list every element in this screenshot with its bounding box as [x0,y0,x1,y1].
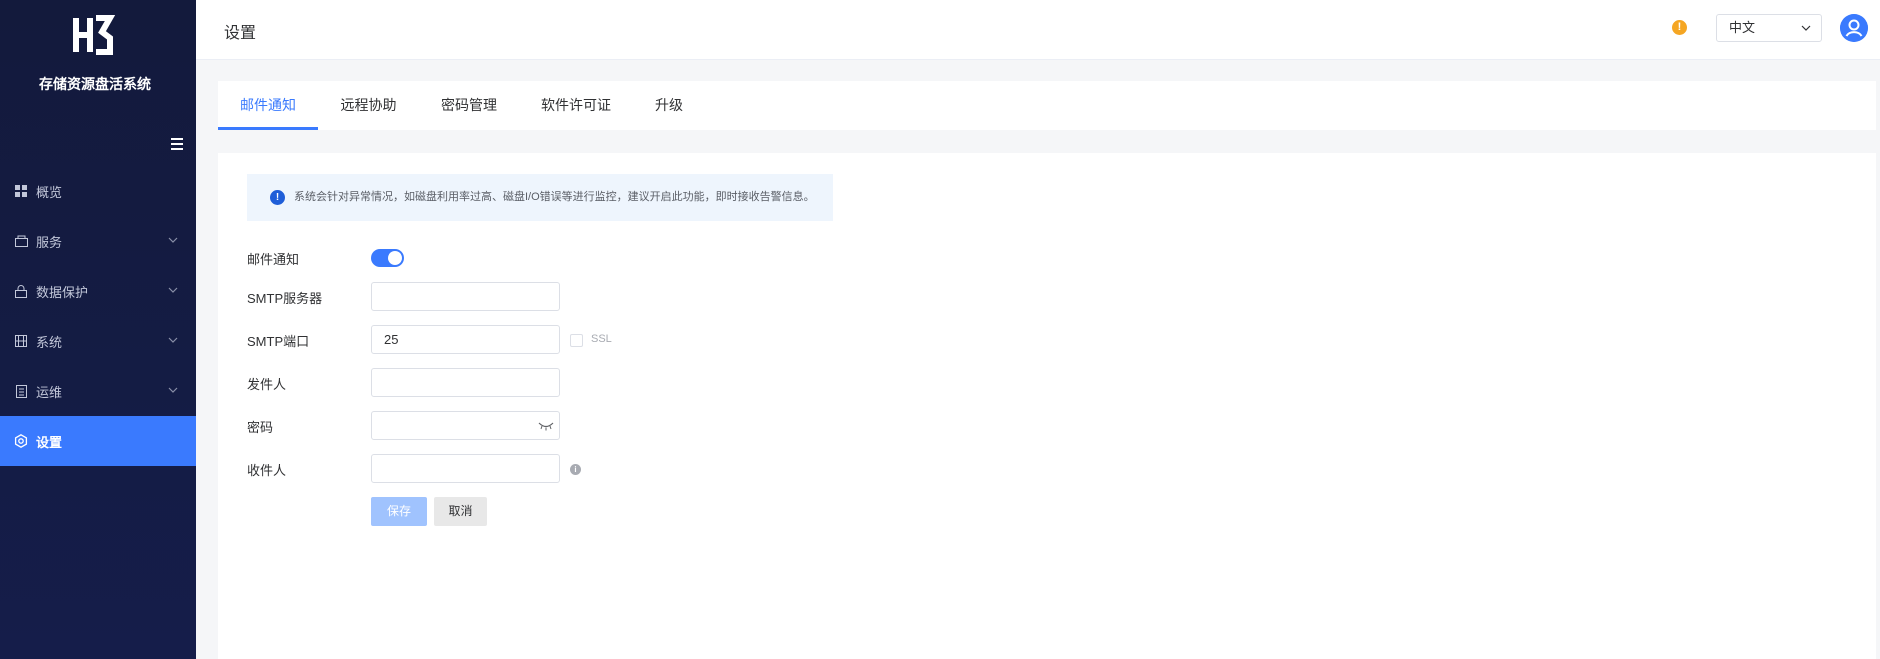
chevron-down-icon [1801,25,1811,31]
sidebar-item-overview[interactable]: 概览 [0,166,196,216]
tab-email-notification[interactable]: 邮件通知 [218,81,318,130]
sidebar-item-service[interactable]: 服务 [0,216,196,266]
page-title: 设置 [224,25,257,42]
sender-input[interactable] [371,368,560,397]
ssl-label: SSL [591,333,612,345]
chevron-down-icon [168,237,178,243]
top-header: 设置 ! 中文 [196,0,1880,60]
language-select-value: 中文 [1729,20,1756,35]
language-select[interactable]: 中文 [1716,14,1822,42]
eye-closed-icon[interactable] [538,421,554,431]
sidebar-item-label: 服务 [36,234,63,250]
email-notify-switch[interactable] [371,249,404,267]
smtp-server-input[interactable] [371,282,560,311]
box-icon [14,234,28,248]
sidebar-menu: 概览 服务 数据保护 系统 运维 设置 [0,166,196,466]
film-icon [14,334,28,348]
password-label: 密码 [247,420,274,435]
smtp-port-label: SMTP端口 [247,334,310,349]
sidebar-item-system[interactable]: 系统 [0,316,196,366]
cancel-button[interactable]: 取消 [434,497,487,526]
document-icon [14,384,28,398]
smtp-port-input[interactable] [371,325,560,354]
sidebar-item-settings[interactable]: 设置 [0,416,196,466]
sidebar-item-label: 运维 [36,384,63,400]
help-icon[interactable]: i [570,464,581,475]
user-avatar-icon[interactable] [1840,14,1868,42]
chevron-down-icon [168,287,178,293]
email-settings-panel: ! 系统会针对异常情况，如磁盘利用率过高、磁盘I/O错误等进行监控，建议开启此功… [218,153,1876,659]
warning-icon[interactable]: ! [1672,20,1687,35]
notice-text: 系统会针对异常情况，如磁盘利用率过高、磁盘I/O错误等进行监控，建议开启此功能，… [294,191,815,203]
chevron-down-icon [168,337,178,343]
password-input[interactable] [371,411,560,440]
info-notice: ! 系统会针对异常情况，如磁盘利用率过高、磁盘I/O错误等进行监控，建议开启此功… [247,174,833,221]
sidebar-item-label: 概览 [36,184,63,200]
sender-label: 发件人 [247,377,287,392]
ssl-checkbox[interactable] [570,334,583,347]
email-notify-label: 邮件通知 [247,252,300,267]
sidebar-item-label: 数据保护 [36,284,89,300]
recipient-label: 收件人 [247,463,287,478]
smtp-server-label: SMTP服务器 [247,291,323,306]
tab-password-management[interactable]: 密码管理 [419,81,519,130]
sidebar-item-label: 设置 [36,434,63,450]
settings-tabs: 邮件通知 远程协助 密码管理 软件许可证 升级 [218,81,1876,130]
tab-upgrade[interactable]: 升级 [633,81,705,130]
info-icon: ! [270,190,285,205]
sidebar-item-data-protection[interactable]: 数据保护 [0,266,196,316]
switch-knob [388,251,402,265]
sidebar-item-ops[interactable]: 运维 [0,366,196,416]
logo-icon [73,15,116,55]
sidebar: 存储资源盘活系统 概览 服务 数据保护 系统 运维 设置 [0,0,196,659]
menu-collapse-icon[interactable] [169,137,185,151]
tab-remote-assist[interactable]: 远程协助 [318,81,419,130]
save-button[interactable]: 保存 [371,497,427,526]
tab-software-license[interactable]: 软件许可证 [519,81,633,130]
gear-icon [14,434,28,448]
chevron-down-icon [168,387,178,393]
grid-icon [14,184,28,198]
lock-icon [14,284,28,298]
sidebar-item-label: 系统 [36,334,63,350]
recipient-input[interactable] [371,454,560,483]
app-name: 存储资源盘活系统 [39,76,151,92]
